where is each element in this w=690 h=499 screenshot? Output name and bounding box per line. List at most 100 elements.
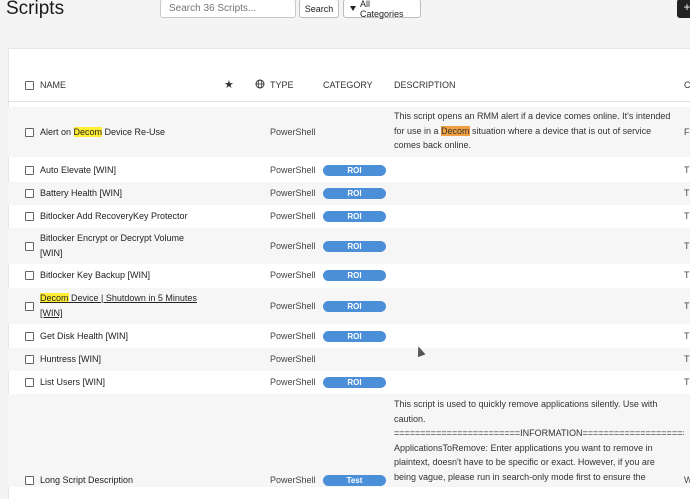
row-checkbox[interactable]	[25, 476, 34, 485]
row-edge-text: F	[684, 127, 690, 137]
name-text: Alert on	[40, 127, 74, 137]
script-type: PowerShell	[270, 331, 316, 341]
row-checkbox[interactable]	[25, 128, 34, 137]
row-edge-text: T	[684, 331, 690, 341]
row-edge-text: T	[684, 165, 690, 175]
row-edge-text: T	[684, 377, 690, 387]
desc-line: This script is used to quickly remove ap…	[394, 399, 658, 409]
desc-line: being vague, please run in search-only m…	[394, 471, 646, 482]
row-edge-text: T	[684, 270, 690, 280]
row-checkbox[interactable]	[25, 166, 34, 175]
name-highlight: Decom	[73, 127, 103, 137]
row-checkbox[interactable]	[25, 378, 34, 387]
desc-highlight: Decom	[441, 125, 470, 136]
page-title: Scripts	[6, 0, 65, 19]
col-type[interactable]: TYPE	[270, 80, 294, 90]
category-badge: ROI	[323, 377, 386, 388]
script-name[interactable]: Huntress [WIN]	[40, 352, 101, 367]
table-header: NAME ★ TYPE CATEGORY DESCRIPTION C	[8, 70, 690, 100]
row-checkbox[interactable]	[25, 189, 34, 198]
script-name[interactable]: Battery Health [WIN]	[40, 186, 122, 201]
category-badge: ROI	[323, 165, 386, 176]
desc-line: ========================INFORMATION=====…	[394, 428, 684, 438]
search-input[interactable]	[160, 0, 296, 18]
category-badge: ROI	[323, 211, 386, 222]
row-checkbox[interactable]	[25, 302, 34, 311]
table-row[interactable]: Bitlocker Encrypt or Decrypt Volume [WIN…	[8, 228, 690, 264]
desc-line: ApplicationsToRemove: Enter applications…	[394, 442, 653, 453]
script-type: PowerShell	[270, 270, 316, 280]
script-name[interactable]: Bitlocker Add RecoveryKey Protector	[40, 209, 188, 224]
col-category[interactable]: CATEGORY	[323, 80, 373, 90]
row-checkbox[interactable]	[25, 332, 34, 341]
desc-line: This script opens an RMM alert if a devi…	[394, 111, 671, 121]
col-name[interactable]: NAME	[40, 80, 66, 90]
script-type: PowerShell	[270, 301, 316, 311]
script-type: PowerShell	[270, 127, 316, 137]
add-script-button[interactable]: +	[677, 0, 690, 18]
search-button[interactable]: Search	[299, 0, 339, 18]
category-badge: Test	[323, 475, 386, 486]
row-checkbox[interactable]	[25, 242, 34, 251]
row-edge-text: T	[684, 301, 690, 311]
row-checkbox[interactable]	[25, 212, 34, 221]
script-type: PowerShell	[270, 211, 316, 221]
script-type: PowerShell	[270, 377, 316, 387]
name-highlight: Decom	[40, 293, 69, 303]
category-badge: ROI	[323, 188, 386, 199]
table-row[interactable]: List Users [WIN] PowerShell ROI T	[8, 371, 690, 394]
script-name[interactable]: List Users [WIN]	[40, 375, 105, 390]
script-name[interactable]: Auto Elevate [WIN]	[40, 163, 116, 178]
script-name[interactable]: Alert on Decom Device Re-Use	[40, 125, 165, 140]
script-name[interactable]: Bitlocker Encrypt or Decrypt Volume [WIN…	[40, 231, 184, 261]
star-icon[interactable]: ★	[224, 78, 234, 91]
table-row[interactable]: Get Disk Health [WIN] PowerShell ROI T	[8, 325, 690, 348]
select-all-checkbox[interactable]	[25, 81, 34, 90]
table-row[interactable]: Decom Device | Shutdown in 5 Minutes [WI…	[8, 288, 690, 324]
script-name[interactable]: Decom Device | Shutdown in 5 Minutes [WI…	[40, 291, 197, 321]
script-name[interactable]: Long Script Description	[40, 473, 133, 488]
table-row[interactable]: Auto Elevate [WIN] PowerShell ROI T	[8, 159, 690, 182]
top-bar: Scripts Search All Categories +	[0, 0, 690, 32]
category-badge: ROI	[323, 331, 386, 342]
col-more: C	[684, 80, 690, 90]
table-row[interactable]: Bitlocker Add RecoveryKey Protector Powe…	[8, 205, 690, 228]
col-description[interactable]: DESCRIPTION	[394, 80, 456, 90]
script-description: This script is used to quickly remove ap…	[394, 397, 684, 484]
globe-icon[interactable]	[255, 79, 265, 91]
desc-line: plaintext, doesn't have to be specific o…	[394, 457, 655, 467]
row-edge-text: T	[684, 354, 690, 364]
table-row[interactable]: Bitlocker Key Backup [WIN] PowerShell RO…	[8, 264, 690, 287]
script-name[interactable]: Get Disk Health [WIN]	[40, 329, 128, 344]
script-type: PowerShell	[270, 165, 316, 175]
name-line: Decom Device | Shutdown in 5 Minutes	[40, 291, 197, 306]
script-type: PowerShell	[270, 188, 316, 198]
table-row[interactable]: Battery Health [WIN] PowerShell ROI T	[8, 182, 690, 205]
script-type: PowerShell	[270, 354, 316, 364]
category-badge: ROI	[323, 241, 386, 252]
table-row[interactable]: Alert on Decom Device Re-Use PowerShell …	[8, 107, 690, 157]
script-type: PowerShell	[270, 475, 316, 485]
name-line: Bitlocker Encrypt or Decrypt Volume	[40, 233, 185, 243]
table-row[interactable]: Long Script Description PowerShell Test …	[8, 394, 690, 487]
row-checkbox[interactable]	[25, 271, 34, 280]
script-name[interactable]: Bitlocker Key Backup [WIN]	[40, 268, 150, 283]
all-categories-button[interactable]: All Categories	[343, 0, 421, 19]
category-badge: ROI	[323, 270, 386, 281]
desc-line: comes back online.	[394, 140, 472, 150]
search-button-label: Search	[304, 3, 334, 14]
row-edge-text: T	[684, 211, 690, 221]
name-text: Device | Shutdown in 5 Minutes	[68, 293, 197, 303]
row-edge-text: W	[684, 475, 690, 485]
table-row[interactable]: Huntress [WIN] PowerShell T	[8, 348, 690, 371]
script-description: This script opens an RMM alert if a devi…	[394, 109, 684, 153]
desc-text: for use in a	[394, 125, 442, 136]
desc-line: caution.	[394, 413, 426, 424]
desc-line: for use in a Decom situation where a dev…	[394, 124, 684, 139]
row-checkbox[interactable]	[25, 355, 34, 364]
row-edge-text: T	[684, 188, 690, 198]
category-badge: ROI	[323, 301, 386, 312]
all-categories-label: All Categories	[360, 0, 404, 19]
name-line: [WIN]	[40, 248, 63, 258]
name-line: [WIN]	[40, 308, 63, 318]
